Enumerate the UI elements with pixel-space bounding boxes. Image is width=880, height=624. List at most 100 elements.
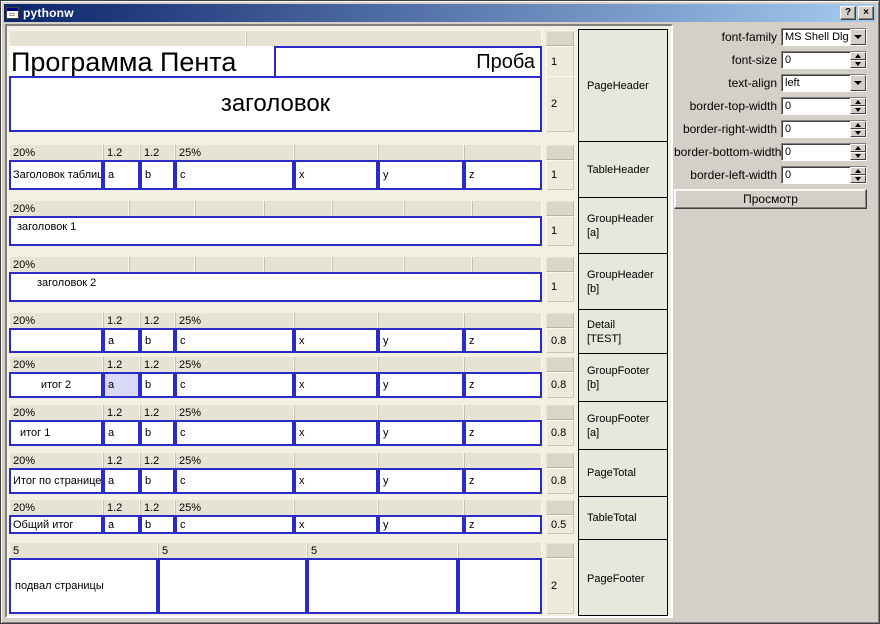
column-width-segment[interactable] [264, 257, 332, 272]
report-cell[interactable]: b [140, 468, 175, 494]
column-width-segment[interactable] [9, 31, 246, 46]
column-width-segment[interactable]: 5 [307, 543, 458, 558]
preview-button[interactable]: Просмотр [674, 189, 867, 209]
report-cell[interactable]: c [175, 468, 294, 494]
column-width-segment[interactable] [378, 500, 464, 515]
column-width-segment[interactable] [378, 357, 464, 372]
column-width-segment[interactable]: 1.2 [140, 145, 175, 160]
column-width-segment[interactable]: 1.2 [103, 405, 140, 420]
column-width-segment[interactable]: 1.2 [103, 313, 140, 328]
column-width-segment[interactable] [294, 313, 378, 328]
report-cell[interactable]: a [103, 160, 140, 190]
column-width-segment[interactable] [264, 201, 332, 216]
column-width-segment[interactable] [332, 201, 404, 216]
column-width-segment[interactable] [294, 500, 378, 515]
column-width-segment[interactable]: 25% [175, 405, 294, 420]
spin-up-button[interactable] [850, 167, 866, 175]
report-cell[interactable]: заголовок [9, 76, 542, 132]
report-cell[interactable]: c [175, 328, 294, 353]
report-cell[interactable]: c [175, 420, 294, 446]
column-width-segment[interactable]: 25% [175, 500, 294, 515]
column-width-segment[interactable] [378, 405, 464, 420]
border-right-width-spinner[interactable]: 0 [781, 120, 867, 138]
column-width-segment[interactable] [294, 145, 378, 160]
report-cell[interactable]: x [294, 372, 378, 398]
column-width-segment[interactable] [378, 453, 464, 468]
column-width-segment[interactable] [464, 357, 542, 372]
report-cell[interactable]: Программа Пента [9, 46, 274, 78]
report-cell[interactable]: y [378, 515, 464, 534]
border-left-width-spinner[interactable]: 0 [781, 166, 867, 184]
column-width-segment[interactable] [404, 201, 472, 216]
report-cell[interactable]: Общий итог [9, 515, 103, 534]
report-cell[interactable]: c [175, 160, 294, 190]
column-width-segment[interactable]: 20% [9, 313, 103, 328]
column-width-segment[interactable] [464, 500, 542, 515]
report-cell[interactable]: y [378, 160, 464, 190]
report-cell[interactable]: Итог по странице [9, 468, 103, 494]
column-width-segment[interactable]: 1.2 [103, 500, 140, 515]
column-width-segment[interactable]: 1.2 [103, 145, 140, 160]
column-width-segment[interactable]: 25% [175, 145, 294, 160]
report-cell[interactable]: a [103, 468, 140, 494]
dropdown-arrow-button[interactable] [850, 29, 866, 45]
column-width-segment[interactable] [464, 145, 542, 160]
column-width-segment[interactable] [294, 357, 378, 372]
column-width-segment[interactable]: 5 [158, 543, 307, 558]
report-cell[interactable]: Заголовок таблицы [9, 160, 103, 190]
report-cell[interactable]: z [464, 515, 542, 534]
column-width-segment[interactable] [195, 257, 264, 272]
spin-down-button[interactable] [850, 106, 866, 114]
report-cell[interactable]: z [464, 160, 542, 190]
report-cell[interactable]: y [378, 328, 464, 353]
column-width-segment[interactable]: 20% [9, 201, 129, 216]
report-cell[interactable]: a [103, 420, 140, 446]
column-width-segment[interactable]: 20% [9, 500, 103, 515]
column-width-segment[interactable]: 25% [175, 357, 294, 372]
report-cell[interactable]: подвал страницы [9, 558, 158, 614]
column-width-segment[interactable] [404, 257, 472, 272]
column-width-segment[interactable]: 5 [9, 543, 158, 558]
report-cell[interactable]: b [140, 420, 175, 446]
spin-up-button[interactable] [850, 144, 866, 152]
report-cell[interactable]: a [103, 328, 140, 353]
report-cell[interactable]: z [464, 372, 542, 398]
report-cell[interactable]: заголовок 1 [9, 216, 542, 246]
report-cell[interactable]: y [378, 372, 464, 398]
report-cell[interactable]: x [294, 328, 378, 353]
border-bottom-width-spinner[interactable]: 0 [781, 143, 867, 161]
report-cell[interactable]: b [140, 515, 175, 534]
column-width-segment[interactable]: 20% [9, 257, 129, 272]
column-width-segment[interactable] [246, 31, 542, 46]
column-width-segment[interactable] [464, 313, 542, 328]
column-width-segment[interactable]: 1.2 [140, 405, 175, 420]
report-cell[interactable]: c [175, 515, 294, 534]
column-width-segment[interactable] [129, 201, 195, 216]
column-width-segment[interactable] [332, 257, 404, 272]
font-family-dropdown[interactable]: MS Shell Dlg 2 [781, 28, 867, 46]
spin-down-button[interactable] [850, 60, 866, 68]
dropdown-arrow-button[interactable] [850, 75, 866, 91]
report-cell[interactable]: x [294, 515, 378, 534]
report-cell[interactable]: b [140, 160, 175, 190]
report-cell[interactable]: z [464, 328, 542, 353]
column-width-segment[interactable] [294, 405, 378, 420]
report-cell[interactable]: b [140, 328, 175, 353]
report-cell[interactable]: итог 2 [9, 372, 103, 398]
column-width-segment[interactable] [464, 405, 542, 420]
report-cell[interactable]: z [464, 420, 542, 446]
column-width-segment[interactable] [195, 201, 264, 216]
column-width-segment[interactable] [458, 543, 542, 558]
column-width-segment[interactable]: 1.2 [140, 357, 175, 372]
report-cell[interactable]: z [464, 468, 542, 494]
column-width-segment[interactable]: 1.2 [103, 357, 140, 372]
column-width-segment[interactable]: 20% [9, 405, 103, 420]
report-cell[interactable]: y [378, 420, 464, 446]
column-width-segment[interactable]: 1.2 [140, 313, 175, 328]
spin-up-button[interactable] [850, 52, 866, 60]
column-width-segment[interactable] [472, 201, 542, 216]
column-width-segment[interactable]: 1.2 [140, 453, 175, 468]
report-cell[interactable] [158, 558, 307, 614]
report-cell[interactable]: x [294, 420, 378, 446]
report-cell[interactable]: заголовок 2 [9, 272, 542, 302]
